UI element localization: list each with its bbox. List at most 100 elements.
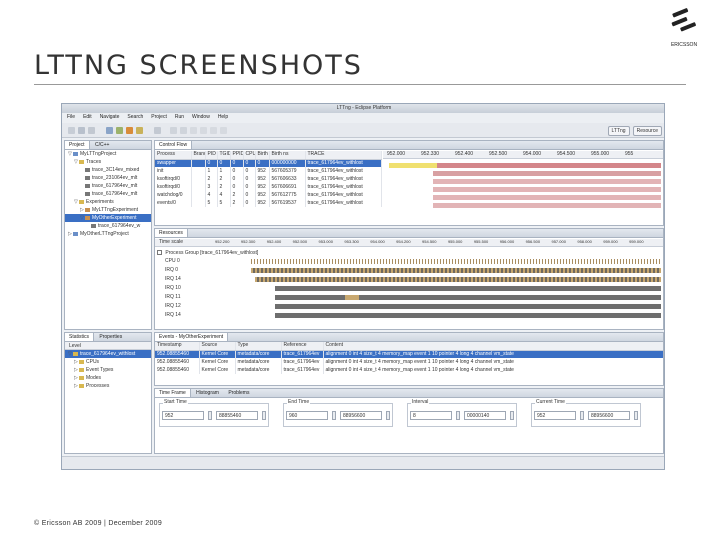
seconds-field[interactable]: 8 xyxy=(410,411,452,420)
resource-bar[interactable] xyxy=(275,304,661,309)
resource-bar[interactable] xyxy=(275,313,661,318)
table-row[interactable]: ksoftirqd/0 3 2 0 0 952 567606691 trace_617964e… xyxy=(155,183,382,191)
cf-column-header[interactable]: TRACE xyxy=(305,151,382,160)
menu-item-help[interactable]: Help xyxy=(218,114,228,121)
menu-item-file[interactable]: File xyxy=(67,114,75,121)
resource-bar[interactable] xyxy=(251,259,661,264)
events-column-header[interactable]: Reference xyxy=(281,342,324,351)
run-icon[interactable] xyxy=(126,127,133,134)
project-tree-item[interactable]: ▷ MyOtherLTTngProject xyxy=(65,230,151,238)
menu-item-project[interactable]: Project xyxy=(151,114,167,121)
menu-item-search[interactable]: Search xyxy=(127,114,143,121)
search-icon[interactable] xyxy=(154,127,161,134)
resource-bar[interactable] xyxy=(251,268,661,273)
resource-bar[interactable] xyxy=(275,286,661,291)
cf-column-header[interactable]: CPU xyxy=(243,151,256,160)
event-row[interactable]: 952.08855460 Kernel Core metadata/core trac… xyxy=(155,366,663,374)
cf-bar-watchdog[interactable] xyxy=(433,195,661,200)
project-tree-item[interactable]: trace_617964ev_mlt xyxy=(65,190,151,198)
debug-icon[interactable] xyxy=(116,127,123,134)
nanoseconds-field[interactable]: 00000140 xyxy=(464,411,506,420)
statistics-tree-item[interactable]: ▷ Processes xyxy=(65,382,151,390)
seconds-spinner[interactable] xyxy=(208,411,212,420)
tab-problems[interactable]: Problems xyxy=(224,389,253,397)
process-group-row[interactable]: Process Group [trace_617964ev_withlost] xyxy=(157,249,258,257)
project-tree-item[interactable]: ▽ Traces xyxy=(65,158,151,166)
history-icon[interactable] xyxy=(190,127,197,134)
seconds-field[interactable]: 952 xyxy=(162,411,204,420)
table-row[interactable]: events/0 5 5 2 0 952 567619537 trace_617964ev_w… xyxy=(155,199,382,207)
resource-row[interactable]: IRQ 12 xyxy=(155,302,663,310)
statistics-tree-item[interactable]: ▽ trace_617964ev_withlost xyxy=(65,350,151,358)
events-column-header[interactable]: Timestamp xyxy=(155,342,200,351)
cf-column-header[interactable]: Process xyxy=(155,151,192,160)
cf-bar-init[interactable] xyxy=(433,171,661,176)
cf-bar-swapper[interactable] xyxy=(389,163,437,168)
nanoseconds-spinner[interactable] xyxy=(510,411,514,420)
new-icon[interactable] xyxy=(68,127,75,134)
event-row[interactable]: 952.08855460 Kernel Core metadata/core trac… xyxy=(155,358,663,366)
project-tree-item[interactable]: ▽ MyLTTngProject xyxy=(65,150,151,158)
control-flow-timeline[interactable]: 952.000 952.330 952.400 952.500 954.000 954.5… xyxy=(383,151,663,225)
external-tool-icon[interactable] xyxy=(136,127,143,134)
event-row[interactable]: 952.08855460 Kernel Core metadata/core trac… xyxy=(155,350,663,358)
cf-bar-ksoftirqd[interactable] xyxy=(433,179,661,184)
nanoseconds-spinner[interactable] xyxy=(262,411,266,420)
tool-icon[interactable] xyxy=(106,127,113,134)
menu-item-edit[interactable]: Edit xyxy=(83,114,92,121)
cf-column-header[interactable]: Birth ns xyxy=(269,151,306,160)
table-row[interactable]: init 1 1 0 0 952 567605379 trace_617964ev_withl… xyxy=(155,167,382,175)
events-column-header[interactable]: Source xyxy=(199,342,236,351)
nanoseconds-field[interactable]: 88855460 xyxy=(216,411,258,420)
statistics-tree-item[interactable]: ▷ Modes xyxy=(65,374,151,382)
filter-icon[interactable] xyxy=(220,127,227,134)
cf-bar-events[interactable] xyxy=(433,203,661,208)
resource-row[interactable]: IRQ 14 xyxy=(155,275,663,283)
resource-row[interactable]: IRQ 0 xyxy=(155,266,663,274)
cf-column-header[interactable]: PID xyxy=(205,151,218,160)
cf-column-header[interactable]: Brand xyxy=(191,151,206,160)
tab-cpp[interactable]: C/C++ xyxy=(91,141,113,149)
print-icon[interactable] xyxy=(88,127,95,134)
project-tree-item[interactable]: trace_617964ev_mlt xyxy=(65,182,151,190)
tab-events[interactable]: Events - MyOtherExperiment xyxy=(155,333,229,341)
project-tree-item[interactable]: ▷ MyLTTngExperiment xyxy=(65,206,151,214)
seconds-spinner[interactable] xyxy=(580,411,584,420)
statistics-tree-item[interactable]: ▷ Event Types xyxy=(65,366,151,374)
back-icon[interactable] xyxy=(170,127,177,134)
resource-row[interactable]: CPU 0 xyxy=(155,257,663,265)
perspective-lttng[interactable]: LTTng xyxy=(607,126,630,136)
resource-bar[interactable] xyxy=(255,277,661,282)
forward-icon[interactable] xyxy=(180,127,187,134)
tab-resources[interactable]: Resources xyxy=(155,229,188,237)
resource-row[interactable]: IRQ 10 xyxy=(155,284,663,292)
tab-statistics[interactable]: Statistics xyxy=(65,333,95,341)
project-tree-item[interactable]: ▽ MyOtherExperiment xyxy=(65,214,151,222)
refresh-icon[interactable] xyxy=(200,127,207,134)
collapse-icon[interactable] xyxy=(157,250,162,256)
seconds-spinner[interactable] xyxy=(332,411,336,420)
resource-row[interactable]: IRQ 14 xyxy=(155,311,663,319)
tab-time-frame[interactable]: Time Frame xyxy=(155,389,191,397)
nanoseconds-spinner[interactable] xyxy=(634,411,638,420)
nanoseconds-field[interactable]: 88956600 xyxy=(340,411,382,420)
cf-column-header[interactable]: Birth s xyxy=(255,151,270,160)
perspective-resource[interactable]: Resource xyxy=(632,126,662,136)
link-icon[interactable] xyxy=(210,127,217,134)
events-column-header[interactable]: Content xyxy=(323,342,663,351)
tab-histogram[interactable]: Histogram xyxy=(192,389,223,397)
menu-item-navigate[interactable]: Navigate xyxy=(100,114,120,121)
cf-bar-swapper-2[interactable] xyxy=(437,163,661,168)
nanoseconds-field[interactable]: 88956600 xyxy=(588,411,630,420)
events-column-header[interactable]: Type xyxy=(235,342,282,351)
statistics-tree-item[interactable]: ▷ CPUs xyxy=(65,358,151,366)
table-row[interactable]: swapper 0 0 0 0 0 000000000 trace_617964ev_with… xyxy=(155,159,382,167)
resource-row[interactable]: IRQ 11 xyxy=(155,293,663,301)
cf-bar-ksoftirqd-2[interactable] xyxy=(433,187,661,192)
project-tree-item[interactable]: trace_617964ev_w xyxy=(65,222,151,230)
tab-control-flow[interactable]: Control Flow xyxy=(155,141,193,149)
tab-project[interactable]: Project xyxy=(65,141,90,149)
resource-bar[interactable] xyxy=(275,295,661,300)
seconds-field[interactable]: 960 xyxy=(286,411,328,420)
table-row[interactable]: watchdog/0 4 4 2 0 952 567612775 trace_617964ev… xyxy=(155,191,382,199)
